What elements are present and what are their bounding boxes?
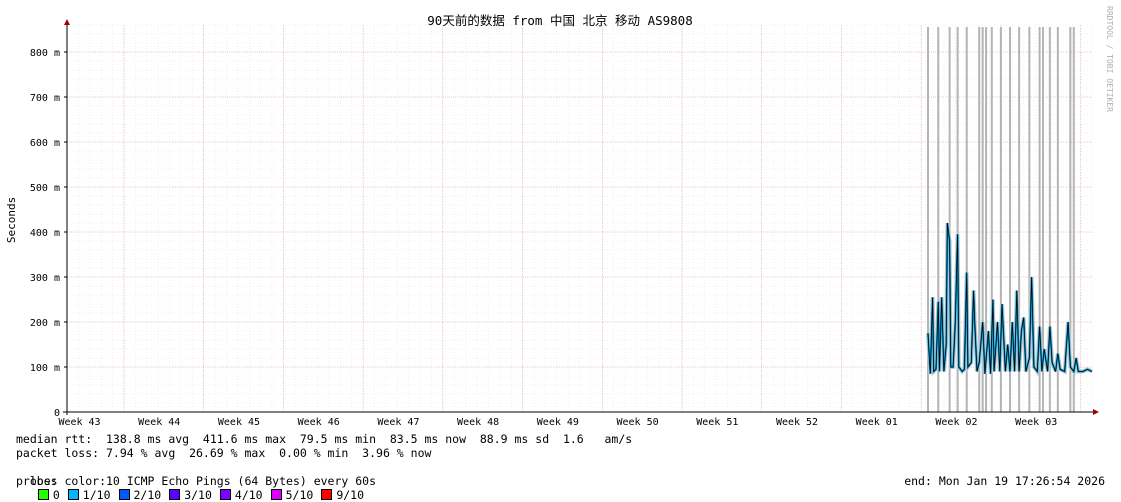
loss-spike xyxy=(1072,27,1075,412)
loss-color-swatch xyxy=(270,489,282,500)
x-tick-label: Week 46 xyxy=(298,417,340,428)
chart-title: 90天前的数据 from 中国 北京 移动 AS9808 xyxy=(427,13,692,28)
loss-color-item: 4/10 xyxy=(212,488,263,502)
loss-color-item: 0 xyxy=(30,488,60,502)
loss-color-swatch xyxy=(67,489,79,500)
loss-color-value: 5/10 xyxy=(285,488,314,502)
loss-color-item: 5/10 xyxy=(263,488,314,502)
x-tick-label: Week 48 xyxy=(457,417,499,428)
y-tick-label: 100 m xyxy=(30,363,60,374)
loss-color-item: 2/10 xyxy=(111,488,162,502)
loss-color-swatches: 0 1/10 2/10 3/10 4/10 5/10 9/10 xyxy=(30,488,364,502)
x-tick-label: Week 03 xyxy=(1015,417,1057,428)
x-tick-label: Week 44 xyxy=(138,417,180,428)
loss-color-value: 2/10 xyxy=(133,488,162,502)
x-tick-label: Week 01 xyxy=(856,417,898,428)
loss-color-value: 4/10 xyxy=(234,488,263,502)
y-axis-arrow xyxy=(64,19,70,25)
y-tick-label: 400 m xyxy=(30,228,60,239)
x-axis-arrow xyxy=(1093,409,1099,415)
x-tick-label: Week 47 xyxy=(377,417,419,428)
end-timestamp: end: Mon Jan 19 17:26:54 2026 xyxy=(904,474,1105,488)
probe-info: probe: 10 ICMP Echo Pings (64 Bytes) eve… xyxy=(16,474,377,488)
y-tick-label: 200 m xyxy=(30,318,60,329)
loss-color-item: 1/10 xyxy=(60,488,111,502)
loss-color-value: 9/10 xyxy=(336,488,365,502)
y-tick-label: 600 m xyxy=(30,138,60,149)
x-tick-label: Week 43 xyxy=(58,417,100,428)
loss-color-value: 3/10 xyxy=(184,488,212,502)
y-tick-label: 500 m xyxy=(30,183,60,194)
y-tick-label: 800 m xyxy=(30,48,60,59)
x-tick-labels: Week 43 Week 44 Week 45 Week 46 Week 47 Week … xyxy=(58,417,1057,428)
rrdtool-watermark: RRDTOOL / TOBI OETIKER xyxy=(1105,6,1114,112)
loss-color-swatch xyxy=(169,489,181,500)
loss-color-item: 3/10 xyxy=(161,488,212,502)
x-tick-label: Week 45 xyxy=(218,417,260,428)
loss-color-swatch xyxy=(219,489,231,500)
loss-color-swatch xyxy=(118,489,130,500)
x-tick-label: Week 52 xyxy=(776,417,818,428)
loss-color-item: 9/10 xyxy=(313,488,364,502)
y-axis-label: Seconds xyxy=(5,197,18,243)
packet-loss-stats: packet loss: 7.94 % avg 26.69 % max 0.00… xyxy=(16,446,432,460)
rtt-stats: median rtt: 138.8 ms avg 411.6 ms max 79… xyxy=(16,432,633,446)
y-tick-label: 300 m xyxy=(30,273,60,284)
loss-color-swatch xyxy=(321,489,333,500)
x-tick-label: Week 51 xyxy=(696,417,738,428)
loss-color-value: 1/10 xyxy=(82,488,111,502)
loss-color-swatch xyxy=(37,489,49,500)
x-tick-label: Week 50 xyxy=(617,417,659,428)
loss-color-value: 0 xyxy=(52,488,60,502)
x-tick-label: Week 02 xyxy=(935,417,977,428)
latency-chart: 90天前的数据 from 中国 北京 移动 AS9808 Seconds 010… xyxy=(5,13,1099,428)
y-tick-labels: 0100 m200 m300 m400 m500 m600 m700 m800 … xyxy=(30,48,60,419)
x-tick-label: Week 49 xyxy=(537,417,579,428)
y-tick-label: 700 m xyxy=(30,93,60,104)
